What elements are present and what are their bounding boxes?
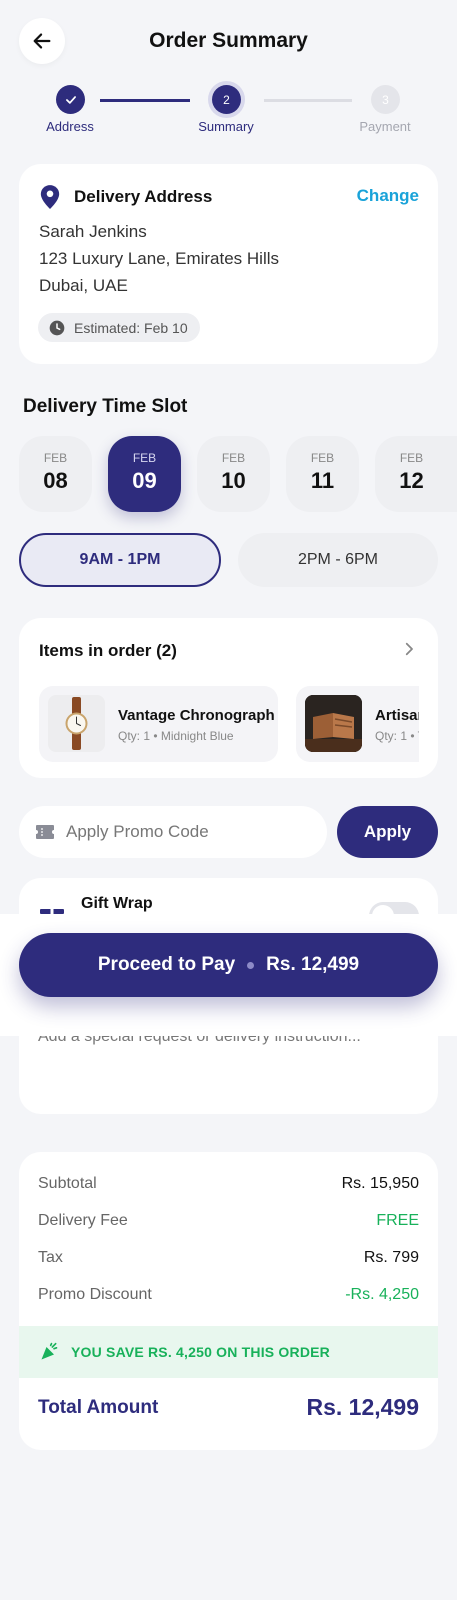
estimated-delivery-chip: Estimated: Feb 10 [38,313,200,342]
time-slot-title: Delivery Time Slot [23,396,188,417]
gift-wrap-title: Gift Wrap [81,895,153,912]
promo-code-input[interactable] [66,822,306,842]
item-meta: Qty: 1 • Midnight Blue [118,729,234,743]
total-row: Total Amount Rs. 12,499 [38,1394,419,1421]
time-slot-afternoon[interactable]: 2PM - 6PM [238,533,438,587]
item-name: Artisan Leather Wallet [375,707,419,724]
date-month: FEB [43,451,68,465]
item-name: Vantage Chronograph [118,707,275,724]
chevron-right-icon[interactable] [400,640,418,658]
step-summary: 2 [212,85,241,114]
date-day: 12 [399,468,424,493]
step-number-payment: 3 [382,92,389,107]
checkout-stepper: Address 2 Summary 3 Payment [0,84,457,136]
order-item[interactable]: Vantage Chronograph Qty: 1 • Midnight Bl… [39,686,278,762]
stepper-line-done [100,99,190,102]
step-label-summary: Summary [198,119,254,134]
order-items-card[interactable]: Items in order (2) Vantage Chronograph Q… [19,618,438,778]
stepper-line-pending [264,99,352,102]
step-label-payment: Payment [359,119,411,134]
promo-discount-row: Promo Discount -Rs. 4,250 [38,1283,419,1307]
date-day: 11 [310,468,335,493]
promo-discount-label: Promo Discount [38,1286,152,1303]
delivery-fee-value: FREE [376,1212,419,1229]
date-day: 09 [132,468,157,493]
delivery-fee-label: Delivery Fee [38,1212,128,1229]
price-summary-card: Subtotal Rs. 15,950 Delivery Fee FREE Ta… [19,1152,438,1450]
wallet-image [305,695,362,752]
date-day: 10 [221,468,246,493]
date-month: FEB [132,451,157,465]
promo-code-field[interactable] [19,806,327,858]
date-option-10[interactable]: FEB 10 [197,436,270,512]
address-line1: 123 Luxury Lane, Emirates Hills [39,249,280,268]
time-slot-morning-selected[interactable]: 9AM - 1PM [19,533,221,587]
cta-label: Proceed to Pay [97,954,236,975]
apply-promo-button[interactable]: Apply [337,806,438,858]
date-month: FEB [310,451,335,465]
promo-discount-value: -Rs. 4,250 [345,1286,419,1303]
date-day: 08 [43,468,68,493]
subtotal-row: Subtotal Rs. 15,950 [38,1172,419,1196]
party-popper-icon [41,1342,58,1360]
address-header: Delivery Address [39,184,212,210]
total-label: Total Amount [38,1396,159,1418]
change-address-link[interactable]: Change [357,186,419,206]
subtotal-label: Subtotal [38,1175,97,1192]
header: Order Summary [0,18,457,66]
savings-banner: YOU SAVE RS. 4,250 ON THIS ORDER [19,1326,438,1378]
map-pin-icon [40,185,60,209]
address-title: Delivery Address [74,187,213,206]
date-option-09-selected[interactable]: FEB 09 [108,436,181,512]
step-address[interactable] [56,85,85,114]
watch-thumbnail [48,695,105,752]
savings-text: YOU SAVE RS. 4,250 ON THIS ORDER [71,1344,330,1360]
date-option-08[interactable]: FEB 08 [19,436,92,512]
subtotal-value: Rs. 15,950 [341,1175,419,1192]
tax-value: Rs. 799 [363,1249,419,1266]
check-icon [65,95,76,104]
items-carousel[interactable]: Vantage Chronograph Qty: 1 • Midnight Bl… [39,686,419,764]
step-number-summary: 2 [223,92,230,107]
address-line2: Dubai, UAE [39,276,128,295]
cta-amount: Rs. 12,499 [266,954,360,975]
delivery-fee-row: Delivery Fee FREE [38,1209,419,1233]
ticket-icon [36,825,54,839]
tax-label: Tax [38,1249,63,1266]
address-name: Sarah Jenkins [39,222,147,241]
date-option-11[interactable]: FEB 11 [286,436,359,512]
tax-row: Tax Rs. 799 [38,1246,419,1270]
items-title: Items in order (2) [39,641,177,660]
order-item[interactable]: Artisan Leather Wallet Qty: 1 • Tan Brow… [296,686,419,762]
separator-dot [247,961,255,969]
page-title: Order Summary [149,29,308,52]
clock-icon [49,320,65,335]
wallet-thumbnail [305,695,362,752]
estimated-delivery-text: Estimated: Feb 10 [74,319,188,336]
date-month: FEB [221,451,246,465]
watch-image [65,697,88,750]
delivery-address-card: Delivery Address Change Sarah Jenkins 12… [19,164,438,364]
proceed-to-pay-button[interactable]: Proceed to Pay Rs. 12,499 [19,933,438,997]
date-option-12[interactable]: FEB 12 [375,436,457,512]
total-value: Rs. 12,499 [306,1394,419,1420]
item-meta: Qty: 1 • Tan Brown [375,729,419,743]
date-month: FEB [399,451,424,465]
step-label-address: Address [46,119,94,134]
step-payment: 3 [371,85,400,114]
